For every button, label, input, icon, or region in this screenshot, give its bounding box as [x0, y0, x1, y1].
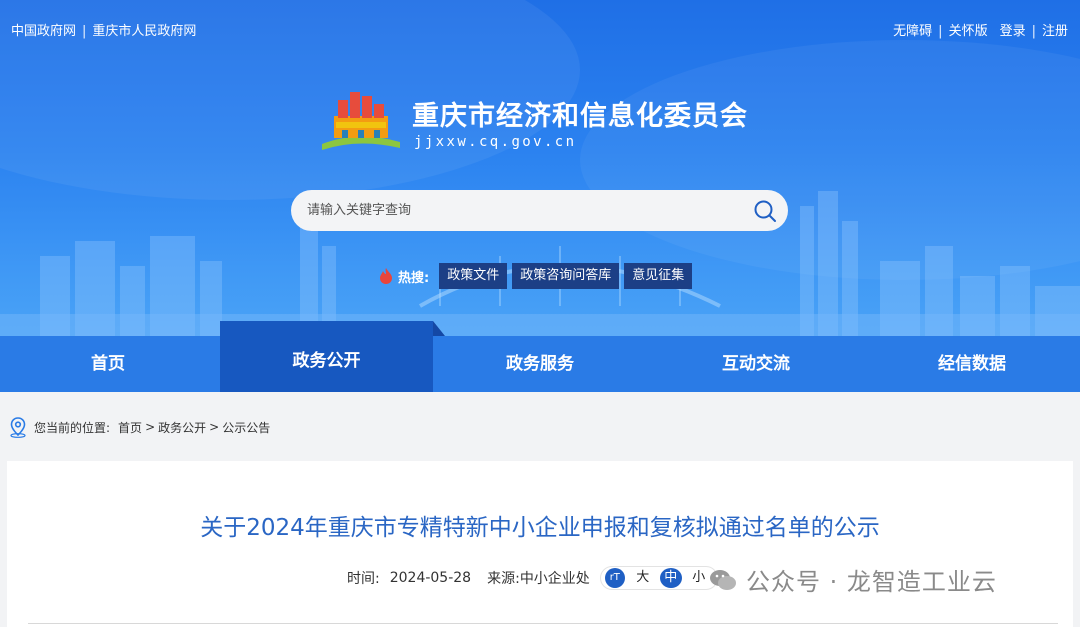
- time-label: 时间:: [347, 571, 380, 587]
- hot-tag-feedback[interactable]: 意见征集: [624, 263, 693, 289]
- breadcrumb-announcements[interactable]: 公示公告: [222, 419, 270, 436]
- link-cq-gov[interactable]: 重庆市人民政府网: [92, 20, 196, 39]
- article-title: 关于2024年重庆市专精特新中小企业申报和复核拟通过名单的公示: [200, 515, 880, 541]
- link-accessibility[interactable]: 无障碍: [893, 20, 932, 39]
- content-card: [7, 461, 1073, 627]
- header-banner: 中国政府网 | 重庆市人民政府网 无障碍 | 关怀版 登录 | 注册 重庆市经济和信息化委员…: [0, 0, 1080, 336]
- top-links-right: 无障碍 | 关怀版 登录 | 注册: [893, 20, 1068, 39]
- breadcrumb-gov-affairs[interactable]: 政务公开: [158, 419, 206, 436]
- link-gov-cn[interactable]: 中国政府网: [11, 20, 76, 39]
- link-register[interactable]: 注册: [1042, 20, 1068, 39]
- font-size-icon: rT: [604, 568, 625, 588]
- nav-item-data[interactable]: 经信数据: [864, 336, 1080, 392]
- divider: [28, 623, 1058, 624]
- breadcrumb-prefix: 您当前的位置:: [34, 420, 111, 435]
- font-size-medium-button[interactable]: 中: [659, 568, 682, 588]
- nav-item-gov-affairs[interactable]: 政务公开: [220, 346, 433, 371]
- hot-tag-policy-docs[interactable]: 政策文件: [439, 263, 508, 289]
- site-title[interactable]: 重庆市经济和信息化委员会: [412, 94, 748, 133]
- watermark-text: 公众号 · 龙智造工业云: [746, 568, 997, 596]
- hot-tag-policy-qa[interactable]: 政策咨询问答库: [512, 263, 620, 289]
- wechat-watermark: 公众号 · 龙智造工业云: [708, 562, 997, 597]
- site-logo-icon[interactable]: [318, 86, 404, 154]
- main-nav: 首页 政务服务 互动交流 经信数据: [0, 336, 1080, 392]
- search-input[interactable]: [307, 190, 737, 231]
- article-meta: 时间: 2024-05-28 来源: 中小企业处 rT 大 中 小: [347, 566, 718, 590]
- font-size-switcher: rT 大 中 小: [599, 566, 718, 590]
- separator: |: [938, 24, 943, 39]
- source-value: 中小企业处: [519, 571, 590, 587]
- separator: |: [82, 24, 87, 39]
- hot-search-label: 热搜:: [398, 270, 430, 286]
- link-elderly-mode[interactable]: 关怀版: [949, 20, 988, 39]
- source-label: 来源:: [487, 571, 520, 587]
- separator: |: [1031, 24, 1036, 39]
- location-pin-icon: [10, 417, 26, 438]
- wechat-icon: [710, 569, 736, 590]
- breadcrumb-separator: >: [209, 420, 220, 434]
- hot-search: 热搜: 政策文件 政策咨询问答库 意见征集: [378, 262, 697, 290]
- font-size-small-button[interactable]: 小: [688, 568, 710, 588]
- breadcrumb-home[interactable]: 首页: [118, 419, 142, 436]
- nav-item-home[interactable]: 首页: [0, 336, 216, 392]
- nav-item-interaction[interactable]: 互动交流: [648, 336, 864, 392]
- search-icon[interactable]: [753, 199, 777, 223]
- link-login[interactable]: 登录: [1000, 20, 1026, 39]
- nav-item-services[interactable]: 政务服务: [432, 336, 648, 392]
- font-size-large-button[interactable]: 大: [632, 568, 654, 588]
- breadcrumb: 您当前的位置: 首页 > 政务公开 > 公示公告: [8, 416, 270, 438]
- top-links-left: 中国政府网 | 重庆市人民政府网: [11, 20, 196, 39]
- site-domain: jjxxw.cq.gov.cn: [414, 134, 577, 150]
- fire-icon: [380, 268, 392, 284]
- publish-date: 2024-05-28: [389, 570, 472, 586]
- breadcrumb-separator: >: [145, 420, 156, 434]
- search-bar: [291, 190, 788, 231]
